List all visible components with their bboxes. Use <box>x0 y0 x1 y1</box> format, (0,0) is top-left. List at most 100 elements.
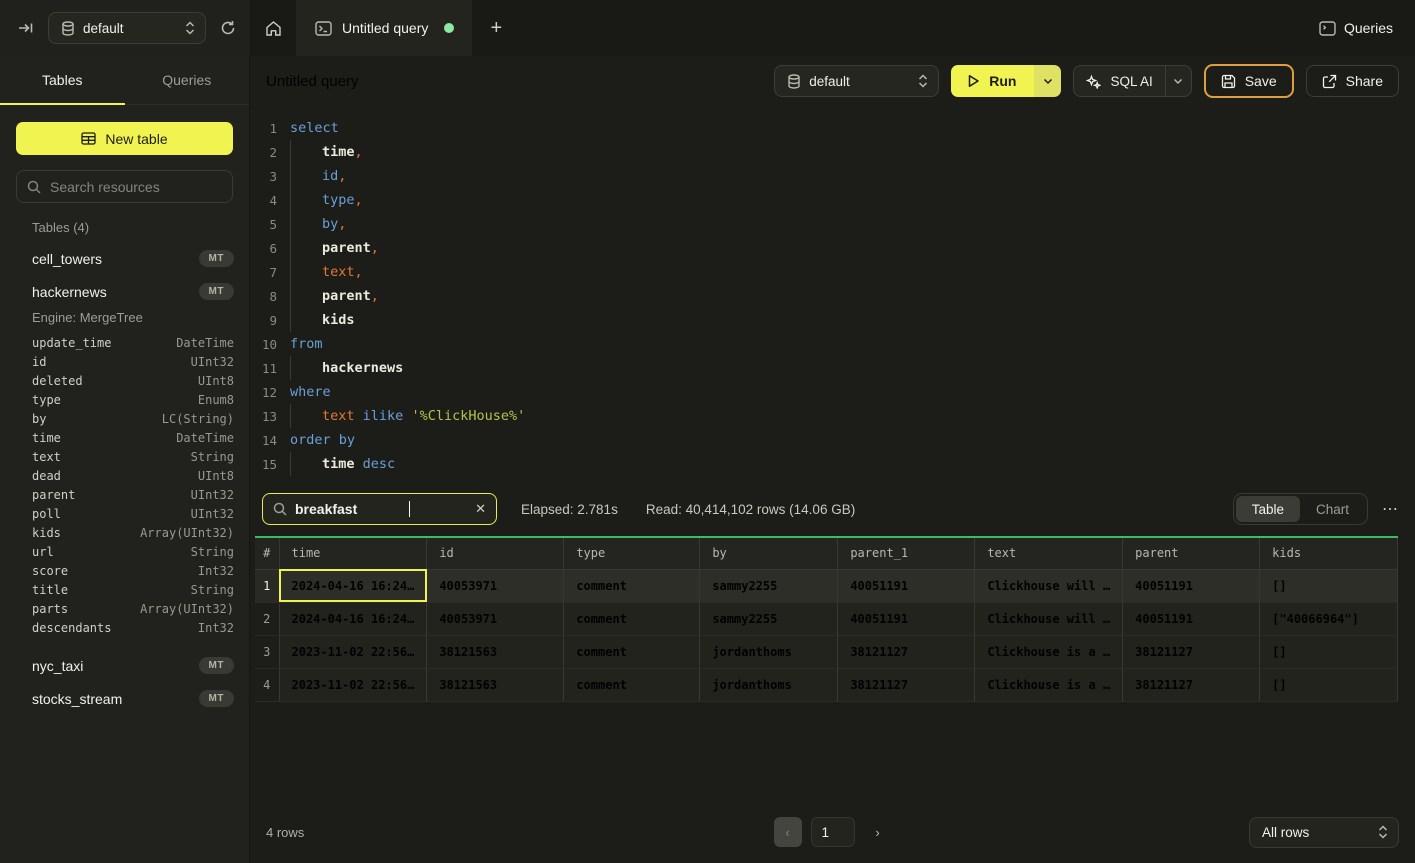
next-page-button[interactable]: › <box>864 817 892 847</box>
data-cell[interactable]: 38121127 <box>1123 635 1260 668</box>
data-cell[interactable]: 2023-11-02 22:56… <box>279 668 427 701</box>
data-cell[interactable]: [] <box>1260 569 1398 602</box>
new-table-button[interactable]: New table <box>16 122 233 155</box>
toggle-chart[interactable]: Chart <box>1300 496 1365 522</box>
code-line[interactable]: 11hackernews <box>250 356 1415 380</box>
home-button[interactable] <box>250 0 297 56</box>
data-cell[interactable]: jordanthoms <box>700 635 838 668</box>
tab-untitled-query[interactable]: Untitled query <box>297 0 473 56</box>
collapse-sidebar-icon[interactable] <box>18 20 34 36</box>
data-cell[interactable]: 38121127 <box>1123 668 1260 701</box>
code-line[interactable]: 2time, <box>250 140 1415 164</box>
refresh-icon[interactable] <box>220 20 236 36</box>
data-cell[interactable]: comment <box>564 668 700 701</box>
code-line[interactable]: 8parent, <box>250 284 1415 308</box>
code-line[interactable]: 13text ilike '%ClickHouse%' <box>250 404 1415 428</box>
page-number[interactable]: 1 <box>811 817 855 847</box>
data-cell[interactable]: sammy2255 <box>700 569 838 602</box>
sql-ai-label: SQL AI <box>1110 74 1152 89</box>
data-cell[interactable]: 40051191 <box>1123 569 1260 602</box>
data-cell[interactable]: 38121127 <box>838 668 975 701</box>
data-cell[interactable]: 40051191 <box>838 602 975 635</box>
data-cell[interactable]: [] <box>1260 635 1398 668</box>
data-cell[interactable]: 38121563 <box>427 668 564 701</box>
queries-button[interactable]: Queries <box>1297 0 1415 56</box>
table-list-item[interactable]: nyc_taxi MT <box>0 649 250 682</box>
table-list-item[interactable]: hackernews MT <box>0 275 250 308</box>
column-header[interactable]: kids <box>1260 538 1398 569</box>
code-line[interactable]: 4type, <box>250 188 1415 212</box>
line-number: 15 <box>250 457 277 472</box>
table-list-item[interactable]: cell_towers MT <box>0 242 250 275</box>
toggle-table[interactable]: Table <box>1236 496 1300 522</box>
code-line[interactable]: 7text, <box>250 260 1415 284</box>
column-header[interactable]: parent <box>1123 538 1260 569</box>
sql-ai-button[interactable]: SQL AI <box>1073 65 1191 97</box>
page-size-selector[interactable]: All rows <box>1249 817 1399 848</box>
code-line[interactable]: 14order by <box>250 428 1415 452</box>
code-line[interactable]: 9kids <box>250 308 1415 332</box>
results-filter-input[interactable] <box>295 501 405 517</box>
data-cell[interactable]: 40053971 <box>427 602 564 635</box>
data-cell[interactable]: 2023-11-02 22:56… <box>279 635 427 668</box>
code-line[interactable]: 15time desc <box>250 452 1415 476</box>
column-type: Array(UInt32) <box>140 526 234 540</box>
data-cell[interactable]: comment <box>564 602 700 635</box>
data-cell[interactable]: 38121127 <box>838 635 975 668</box>
clear-filter-icon[interactable]: ✕ <box>475 501 486 517</box>
data-cell[interactable]: 2024-04-16 16:24… <box>279 569 427 602</box>
query-database-selector[interactable]: default <box>774 65 939 97</box>
more-options-icon[interactable]: ⋯ <box>1382 499 1399 519</box>
column-header[interactable]: id <box>427 538 564 569</box>
sql-ai-caret[interactable] <box>1165 66 1191 96</box>
data-cell[interactable]: 40053971 <box>427 569 564 602</box>
column-header[interactable]: type <box>564 538 700 569</box>
page-size-value: All rows <box>1262 825 1309 840</box>
column-header[interactable]: time <box>279 538 427 569</box>
code-line[interactable]: 5by, <box>250 212 1415 236</box>
run-options-caret[interactable] <box>1034 65 1061 97</box>
data-cell[interactable]: sammy2255 <box>700 602 838 635</box>
column-header[interactable]: text <box>975 538 1123 569</box>
column-info-row: title String <box>0 580 250 599</box>
data-cell[interactable]: 40051191 <box>1123 602 1260 635</box>
data-cell[interactable]: comment <box>564 569 700 602</box>
sidebar-search[interactable] <box>16 170 233 203</box>
data-cell[interactable]: 38121563 <box>427 635 564 668</box>
sidebar-tab-tables[interactable]: Tables <box>0 56 125 104</box>
new-tab-button[interactable]: + <box>473 0 519 56</box>
table-list-item[interactable]: stocks_stream MT <box>0 682 250 715</box>
data-cell[interactable]: jordanthoms <box>700 668 838 701</box>
column-info-row: score Int32 <box>0 561 250 580</box>
code-line[interactable]: 1select <box>250 116 1415 140</box>
data-cell[interactable]: [] <box>1260 668 1398 701</box>
sql-editor[interactable]: 1select2time,3id,4type,5by,6parent,7text… <box>250 106 1415 486</box>
sidebar-tab-queries[interactable]: Queries <box>125 56 250 104</box>
save-button[interactable]: Save <box>1204 64 1294 98</box>
code-content: by, <box>290 212 346 236</box>
data-cell[interactable]: comment <box>564 635 700 668</box>
results-filter[interactable]: ✕ <box>262 493 497 525</box>
data-cell[interactable]: Clickhouse will … <box>975 602 1123 635</box>
run-button[interactable]: Run <box>951 65 1061 97</box>
code-line[interactable]: 6parent, <box>250 236 1415 260</box>
code-line[interactable]: 3id, <box>250 164 1415 188</box>
database-selector[interactable]: default <box>48 12 206 44</box>
main-panel: Untitled query default <box>250 56 1415 863</box>
data-cell[interactable]: 40051191 <box>838 569 975 602</box>
prev-page-button[interactable]: ‹ <box>774 817 802 847</box>
column-header[interactable]: parent_1 <box>838 538 975 569</box>
data-cell[interactable]: ["40066964"] <box>1260 602 1398 635</box>
share-button[interactable]: Share <box>1306 65 1399 97</box>
data-cell[interactable]: Clickhouse is a … <box>975 635 1123 668</box>
data-cell[interactable]: 2024-04-16 16:24… <box>279 602 427 635</box>
code-line[interactable]: 12where <box>250 380 1415 404</box>
code-line[interactable]: 10from <box>250 332 1415 356</box>
column-header[interactable]: by <box>700 538 838 569</box>
query-title: Untitled query <box>266 73 359 90</box>
data-cell[interactable]: Clickhouse will … <box>975 569 1123 602</box>
plus-icon: + <box>491 17 503 40</box>
column-header[interactable]: # <box>255 538 279 569</box>
data-cell[interactable]: Clickhouse is a … <box>975 668 1123 701</box>
sidebar-search-input[interactable] <box>50 179 222 195</box>
